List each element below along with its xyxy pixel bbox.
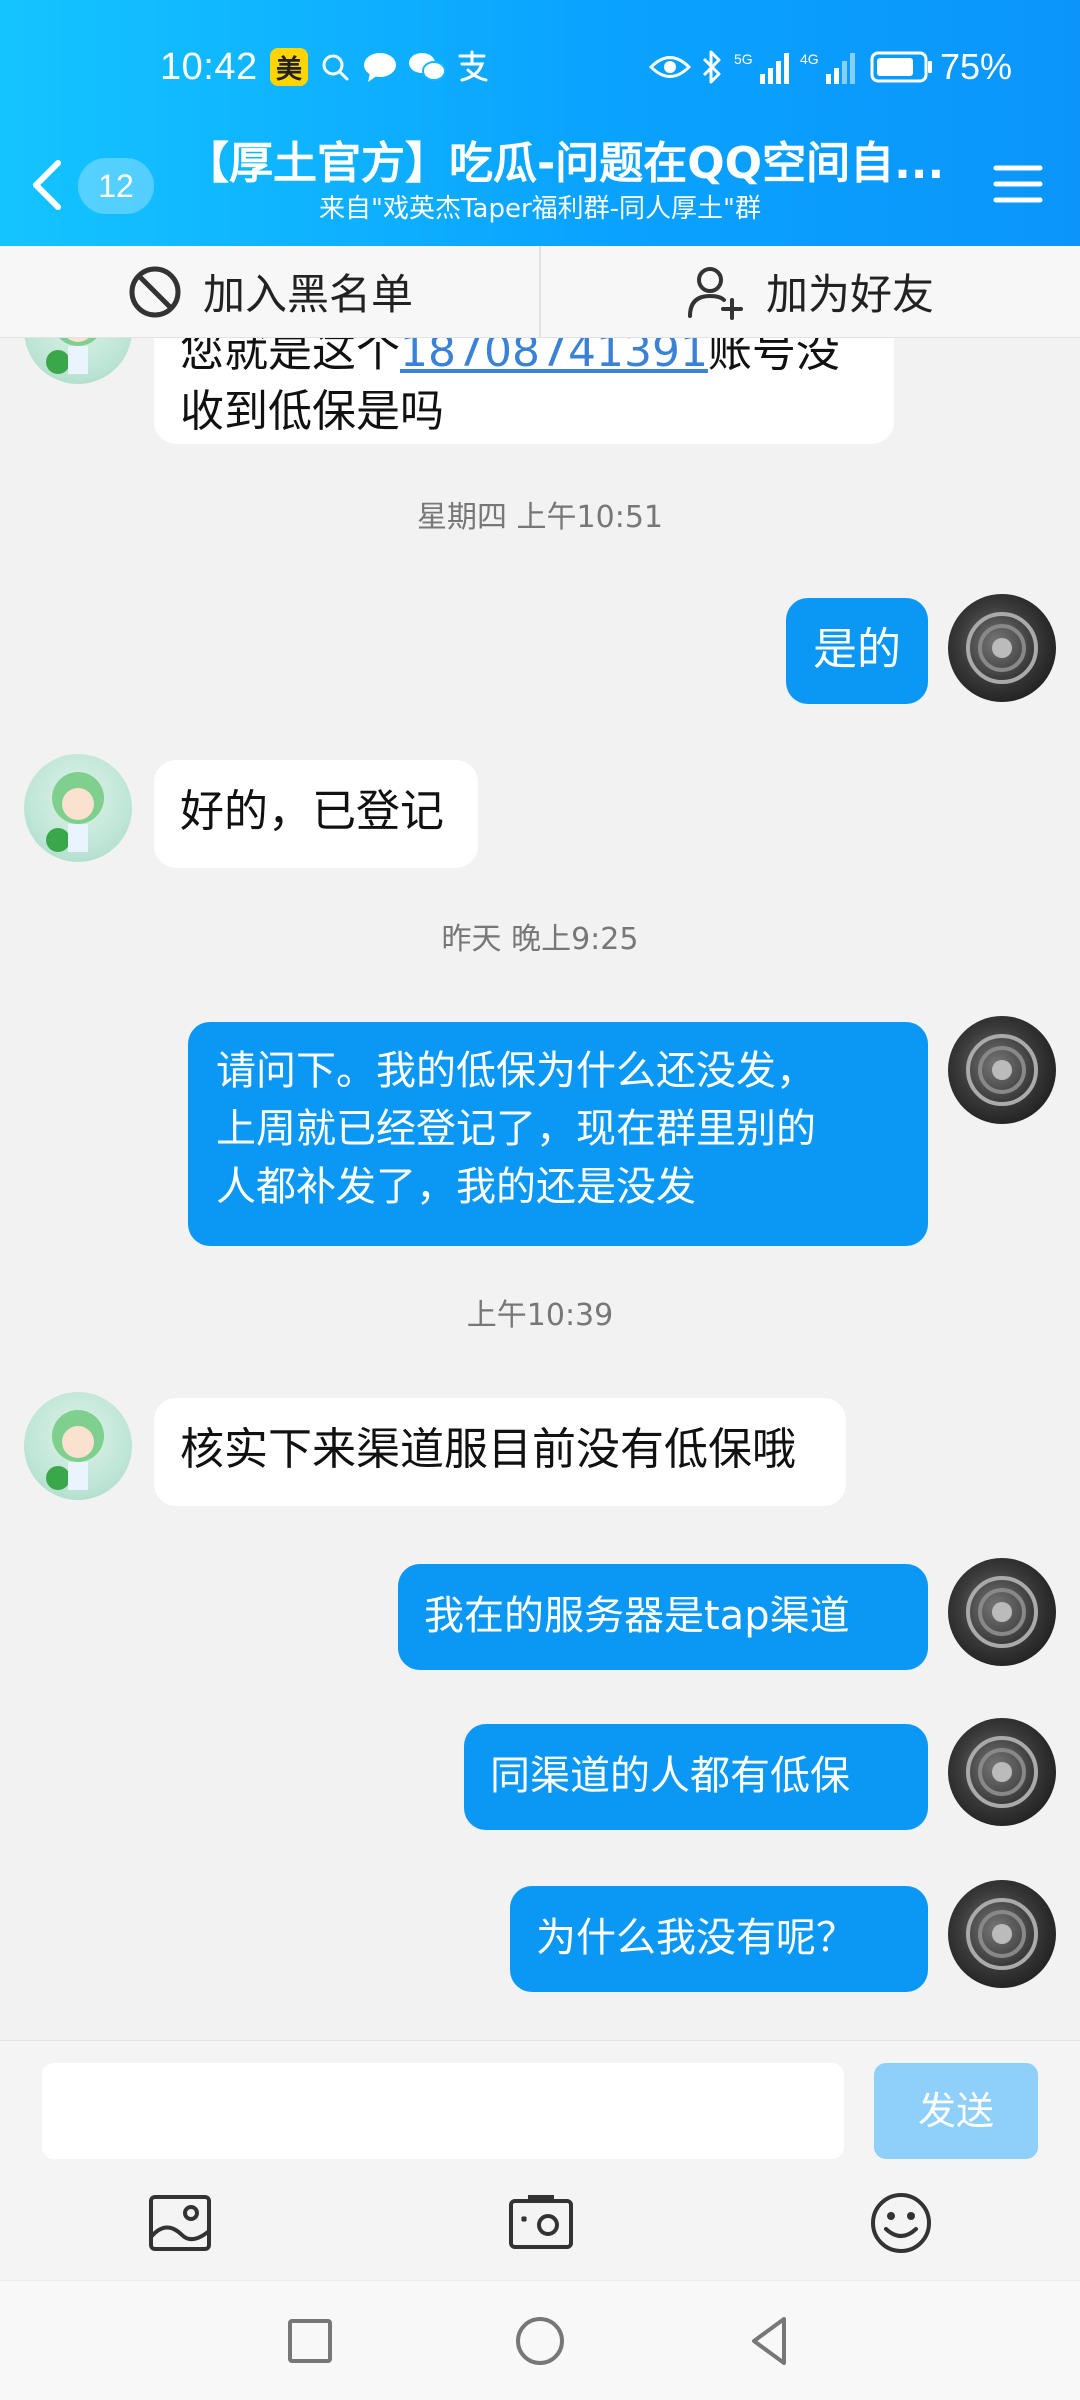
- chat-header: 10:42 美 5G 4G 75% 12 【厚土官方】吃瓜-问题在QQ空间自..…: [0, 0, 1080, 246]
- title-bar: 12 【厚土官方】吃瓜-问题在QQ空间自... 来自"戏英杰Taper福利群-同…: [0, 136, 1080, 246]
- outgoing-message-bubble[interactable]: 为什么我没有呢？: [510, 1886, 928, 1992]
- self-avatar[interactable]: [948, 1016, 1056, 1124]
- add-to-blacklist-label: 加入黑名单: [202, 270, 413, 319]
- stranger-action-bar: 加入黑名单 加为好友: [0, 246, 1080, 338]
- camera-button[interactable]: [506, 2191, 576, 2255]
- chevron-left-icon: [33, 160, 61, 210]
- message-text: 您就是这个18708741391账号没: [180, 338, 868, 382]
- account-number-link[interactable]: 18708741391: [400, 338, 708, 377]
- chat-subtitle: 来自"戏英杰Taper福利群-同人厚土"群: [318, 194, 761, 224]
- menu-button[interactable]: [990, 154, 1046, 214]
- pay-notification-icon: [452, 48, 492, 86]
- recent-apps-button[interactable]: [278, 2309, 342, 2373]
- self-avatar[interactable]: [948, 1880, 1056, 1988]
- search-notification-icon: [316, 48, 354, 86]
- message-text: 同渠道的人都有低保: [490, 1753, 850, 1799]
- wechat-notification-icon: [406, 48, 448, 86]
- message-text-part: 您就是这个: [180, 338, 400, 377]
- network-4g-label: 4G: [800, 51, 819, 67]
- self-avatar[interactable]: [948, 594, 1056, 702]
- message-text: 是的: [813, 624, 901, 675]
- incoming-message-bubble[interactable]: 您就是这个18708741391账号没 收到低保是吗: [154, 338, 894, 444]
- message-list[interactable]: 您就是这个18708741391账号没 收到低保是吗 星期四 上午10:51 是…: [0, 338, 1080, 2040]
- message-text: 好的，已登记: [180, 786, 444, 837]
- add-friend-button[interactable]: 加为好友: [540, 246, 1080, 337]
- signal-5g-icon: 5G: [734, 48, 794, 86]
- message-text: 收到低保是吗: [180, 386, 444, 437]
- network-5g-label: 5G: [734, 51, 753, 67]
- add-to-blacklist-button[interactable]: 加入黑名单: [0, 246, 540, 337]
- back-button[interactable]: 12: [28, 150, 158, 220]
- block-icon: [129, 266, 181, 317]
- self-avatar[interactable]: [948, 1558, 1056, 1666]
- emoji-button[interactable]: [866, 2191, 936, 2255]
- battery-icon: [870, 48, 934, 86]
- message-input[interactable]: [42, 2063, 844, 2159]
- status-bar: 10:42 美 5G 4G 75%: [0, 0, 1080, 136]
- message-notification-icon: [360, 48, 400, 86]
- back-nav-button[interactable]: [738, 2309, 802, 2373]
- system-navigation-bar: [0, 2280, 1080, 2400]
- bluetooth-icon: [698, 48, 726, 86]
- friend-avatar[interactable]: [24, 338, 132, 384]
- message-text: 我在的服务器是tap渠道: [424, 1593, 850, 1639]
- add-friend-label: 加为好友: [765, 270, 934, 319]
- home-button[interactable]: [508, 2309, 572, 2373]
- outgoing-message-bubble[interactable]: 是的: [786, 598, 928, 704]
- message-text: 为什么我没有呢？: [536, 1915, 856, 1961]
- add-person-icon: [687, 266, 743, 320]
- meituan-app-icon: 美: [270, 48, 308, 86]
- timestamp: 昨天 晚上9:25: [441, 922, 639, 957]
- unread-count-badge: 12: [78, 158, 154, 214]
- image-icon: [149, 2195, 211, 2251]
- message-text-part: 账号没: [707, 338, 840, 377]
- send-button[interactable]: 发送: [874, 2063, 1038, 2159]
- action-divider: [539, 246, 541, 338]
- message-text: 核实下来渠道服目前没有低保哦: [180, 1424, 796, 1475]
- self-avatar[interactable]: [948, 1718, 1056, 1826]
- signal-4g-icon: 4G: [800, 48, 860, 86]
- chat-title: 【厚土官方】吃瓜-问题在QQ空间自...: [185, 138, 945, 189]
- hamburger-menu-icon: [993, 165, 1043, 203]
- friend-avatar[interactable]: [24, 1392, 132, 1500]
- battery-percent: 75%: [940, 46, 1013, 87]
- message-text: 请问下。我的低保为什么还没发，: [216, 1048, 816, 1094]
- status-time: 10:42: [160, 46, 258, 88]
- camera-icon: [509, 2195, 573, 2249]
- message-text: 上周就已经登记了，现在群里别的: [216, 1106, 816, 1152]
- emoji-icon: [871, 2193, 931, 2253]
- square-icon: [288, 2319, 332, 2363]
- outgoing-message-bubble[interactable]: 同渠道的人都有低保: [464, 1724, 928, 1830]
- incoming-message-bubble[interactable]: 核实下来渠道服目前没有低保哦: [154, 1398, 846, 1506]
- message-text: 人都补发了，我的还是没发: [216, 1164, 696, 1210]
- eye-comfort-icon: [648, 48, 692, 86]
- timestamp: 上午10:39: [466, 1298, 614, 1333]
- outgoing-message-bubble[interactable]: 我在的服务器是tap渠道: [398, 1564, 928, 1670]
- incoming-message-bubble[interactable]: 好的，已登记: [154, 760, 478, 868]
- triangle-back-icon: [752, 2317, 786, 2365]
- image-picker-button[interactable]: [146, 2191, 216, 2255]
- friend-avatar[interactable]: [24, 754, 132, 862]
- circle-icon: [516, 2317, 564, 2365]
- input-bar: 发送: [0, 2040, 1080, 2280]
- outgoing-message-bubble[interactable]: 请问下。我的低保为什么还没发， 上周就已经登记了，现在群里别的 人都补发了，我的…: [188, 1022, 928, 1246]
- timestamp: 星期四 上午10:51: [417, 500, 663, 535]
